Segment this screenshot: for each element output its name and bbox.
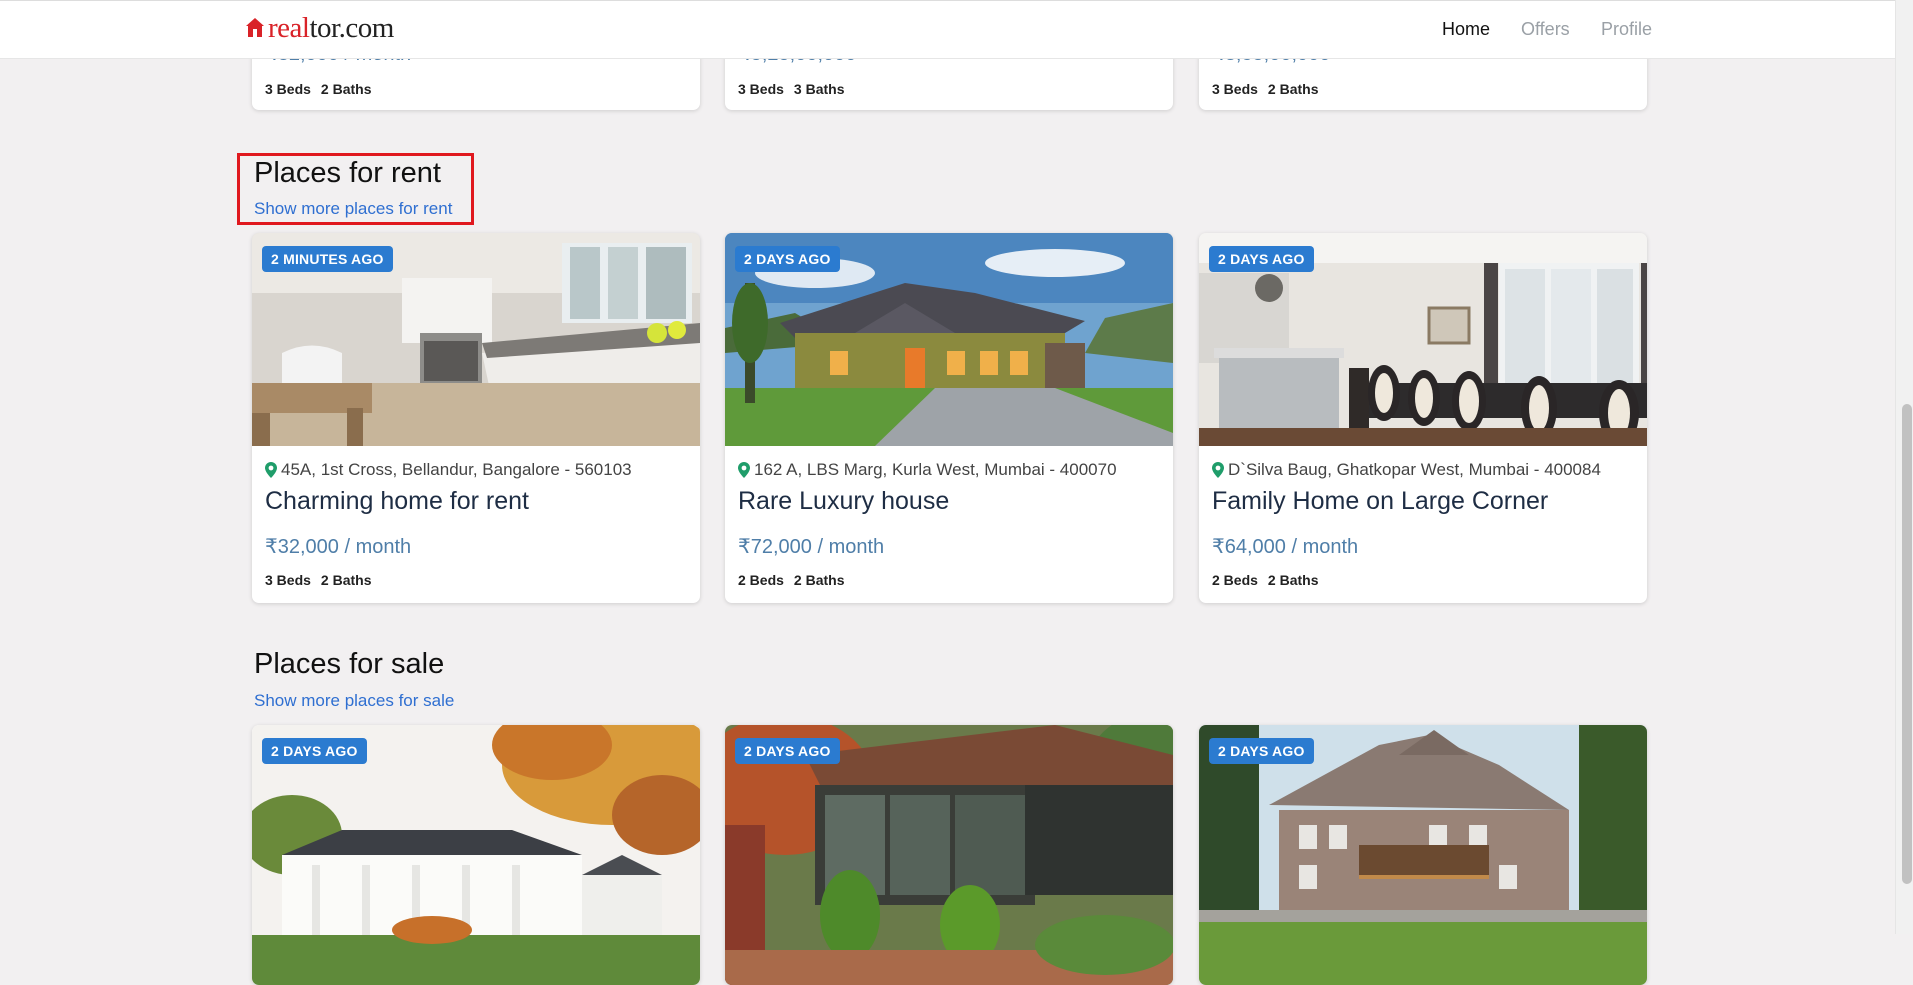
modern-house-photo — [725, 725, 1173, 985]
beds-count: 3 Beds — [265, 572, 311, 588]
listing-address: D`Silva Baug, Ghatkopar West, Mumbai - 4… — [1228, 460, 1601, 479]
brand-logo[interactable]: realtor.com — [245, 13, 394, 43]
time-badge: 2 DAYS AGO — [1209, 246, 1314, 272]
listing-card[interactable]: 2 DAYS AGO — [1199, 725, 1647, 985]
listing-meta: 3 Beds 2 Baths — [265, 81, 382, 97]
beds-count: 2 Beds — [738, 572, 784, 588]
listing-card[interactable]: 2 DAYS AGO D`Silva Baug, Ghatkopar West,… — [1199, 233, 1647, 603]
listing-price: ₹64,000 / month — [1212, 536, 1359, 558]
listing-photo[interactable]: 2 DAYS AGO — [1199, 725, 1647, 985]
logo-text-dark: tor.com — [309, 12, 394, 44]
beds-count: 2 Beds — [1212, 572, 1258, 588]
time-badge: 2 DAYS AGO — [262, 738, 367, 764]
listing-address: 162 A, LBS Marg, Kurla West, Mumbai - 40… — [754, 460, 1117, 479]
listing-photo[interactable]: 2 MINUTES AGO — [252, 233, 700, 446]
house-logo-icon — [246, 18, 264, 37]
map-pin-icon — [265, 462, 277, 478]
listing-price: ₹32,000 / month — [265, 536, 412, 558]
nav-offers[interactable]: Offers — [1521, 19, 1570, 40]
show-more-sale-link[interactable]: Show more places for sale — [254, 691, 454, 711]
highlight-box — [237, 153, 474, 225]
listing-photo[interactable]: 2 DAYS AGO — [725, 725, 1173, 985]
listing-meta: 3 Beds 3 Baths — [738, 81, 855, 97]
baths-count: 2 Baths — [320, 81, 372, 97]
section-title-sale: Places for sale — [254, 648, 445, 680]
logo-text-red: real — [268, 12, 310, 44]
baths-count: 3 Baths — [793, 81, 845, 97]
beds-count: 3 Beds — [1212, 81, 1258, 97]
listing-address: 45A, 1st Cross, Bellandur, Bangalore - 5… — [281, 460, 632, 479]
beds-count: 3 Beds — [738, 81, 784, 97]
listing-photo[interactable]: 2 DAYS AGO — [1199, 233, 1647, 446]
baths-count: 2 Baths — [1267, 81, 1319, 97]
top-navbar: realtor.com Home Offers Profile — [0, 0, 1895, 59]
baths-count: 2 Baths — [320, 572, 372, 588]
listing-card[interactable]: 2 DAYS AGO — [725, 725, 1173, 985]
listing-card[interactable]: 2 DAYS AGO — [252, 725, 700, 985]
listing-meta: 3 Beds 2 Baths — [265, 572, 382, 588]
time-badge: 2 DAYS AGO — [1209, 738, 1314, 764]
listing-meta: 2 Beds 2 Baths — [1212, 572, 1329, 588]
map-pin-icon — [1212, 462, 1224, 478]
scrollbar-thumb[interactable] — [1902, 404, 1912, 884]
map-pin-icon — [738, 462, 750, 478]
listing-meta: 3 Beds 2 Baths — [1212, 81, 1329, 97]
suburban-house-photo — [1199, 725, 1647, 985]
listing-photo[interactable]: 2 DAYS AGO — [252, 725, 700, 985]
listing-title[interactable]: Charming home for rent — [265, 487, 529, 516]
listing-title[interactable]: Rare Luxury house — [738, 487, 949, 516]
listing-photo[interactable]: 2 DAYS AGO — [725, 233, 1173, 446]
nav-profile[interactable]: Profile — [1601, 19, 1652, 40]
listing-card[interactable]: 2 MINUTES AGO 45A, 1st Cross, Bellandur,… — [252, 233, 700, 603]
beds-count: 3 Beds — [265, 81, 311, 97]
listing-meta: 2 Beds 2 Baths — [738, 572, 855, 588]
listing-card[interactable]: 2 DAYS AGO 162 A, LBS Marg, Kurla West, … — [725, 233, 1173, 603]
time-badge: 2 DAYS AGO — [735, 246, 840, 272]
listing-title[interactable]: Family Home on Large Corner — [1212, 487, 1548, 516]
time-badge: 2 DAYS AGO — [735, 738, 840, 764]
listing-price: ₹72,000 / month — [738, 536, 885, 558]
baths-count: 2 Baths — [1267, 572, 1319, 588]
nav-home[interactable]: Home — [1442, 19, 1490, 40]
baths-count: 2 Baths — [793, 572, 845, 588]
mansion-autumn-photo — [252, 725, 700, 985]
time-badge: 2 MINUTES AGO — [262, 246, 393, 272]
